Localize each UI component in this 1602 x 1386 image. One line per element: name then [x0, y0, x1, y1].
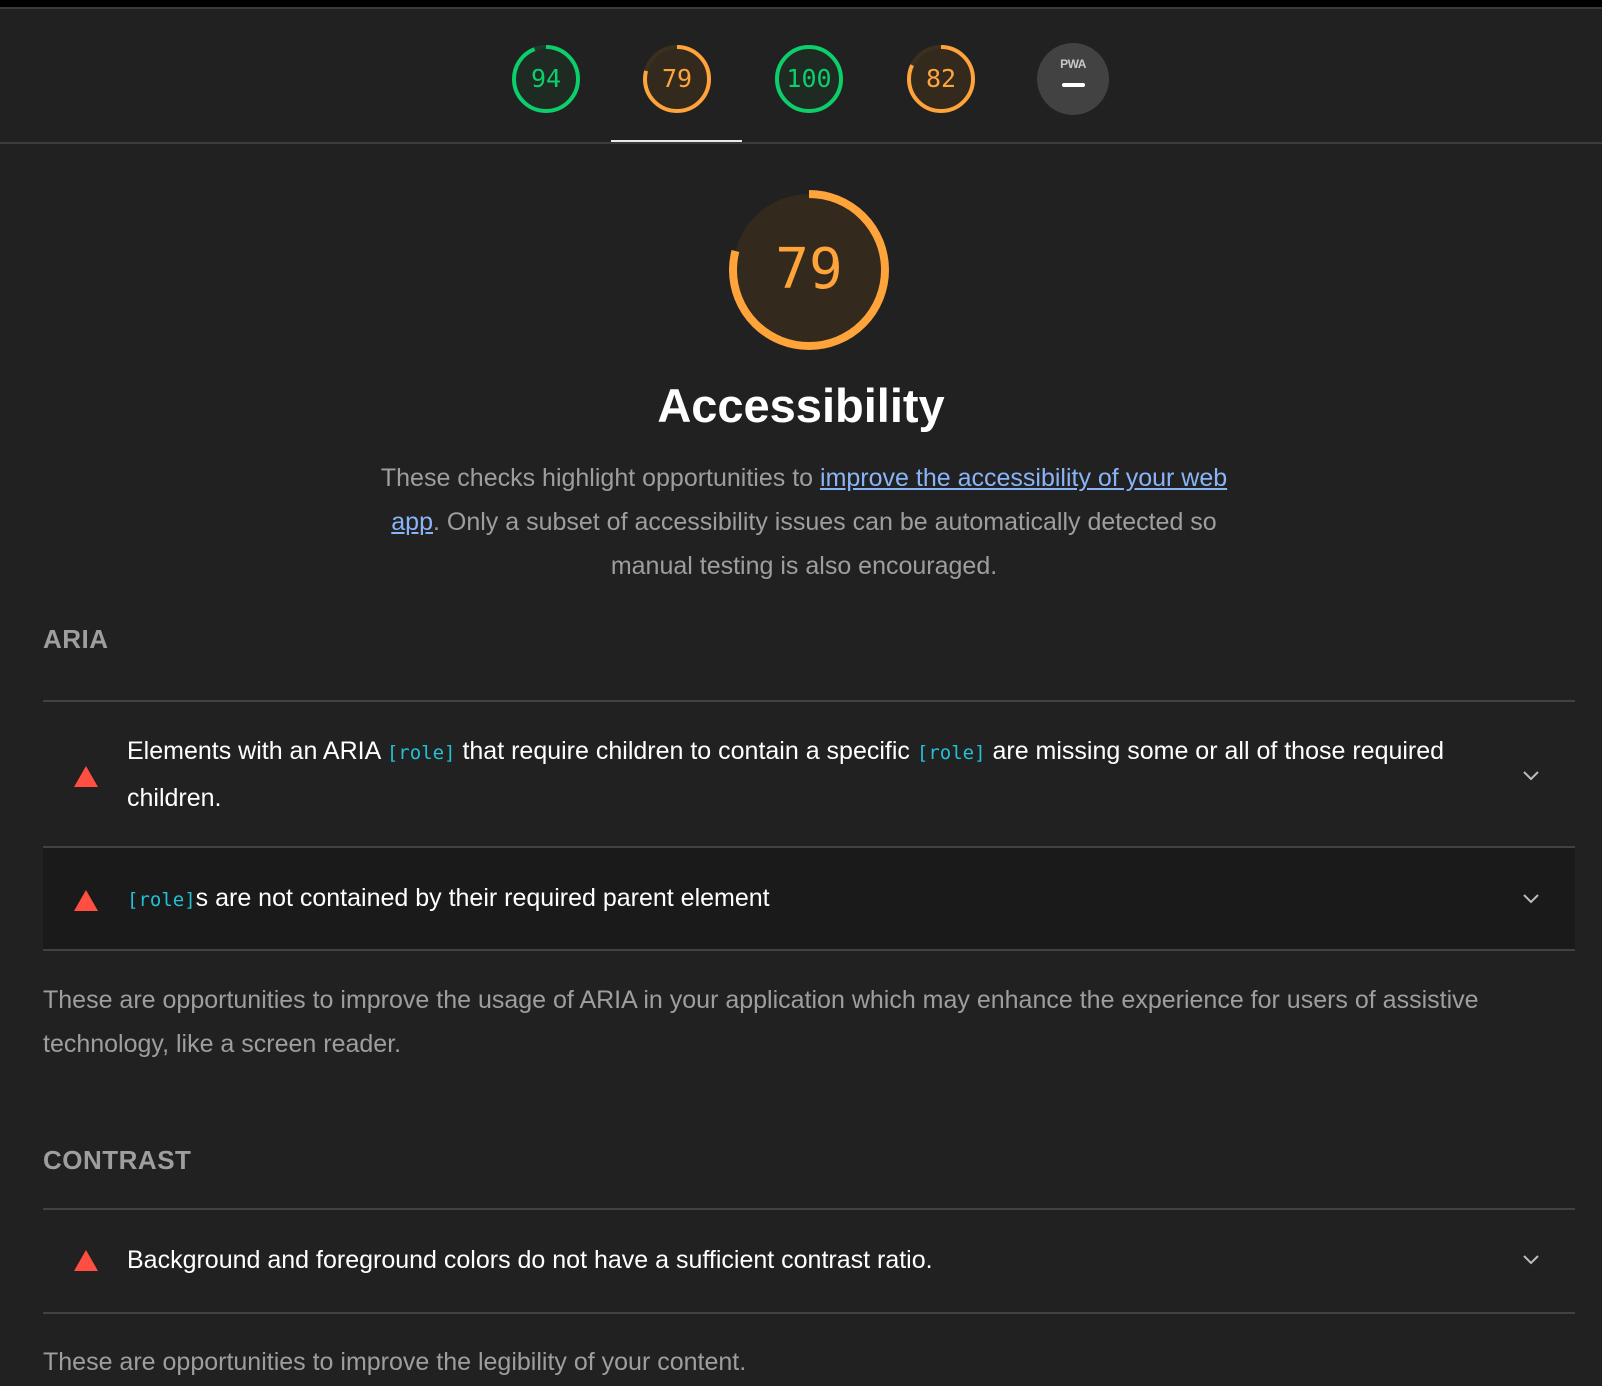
pwa-label: PWA [1060, 57, 1086, 71]
description-text: These checks highlight opportunities to [380, 464, 821, 492]
pwa-dash-icon [1062, 83, 1085, 87]
category-title: Accessibility [657, 379, 945, 432]
gauge-score: 94 [530, 64, 562, 93]
fail-triangle-icon [74, 766, 98, 787]
audit-title: [role]s are not contained by their requi… [127, 876, 770, 923]
fail-triangle-icon [74, 1250, 98, 1271]
category-description: These checks highlight opportunities to … [370, 456, 1238, 588]
audit-title: Background and foreground colors do not … [127, 1246, 933, 1274]
code-role: [role] [127, 889, 196, 911]
divider [43, 949, 1575, 951]
chevron-down-icon[interactable] [1519, 764, 1543, 788]
pwa-badge[interactable]: PWA [1037, 43, 1109, 115]
audit-title: Elements with an ARIA [role] that requir… [127, 729, 1487, 821]
top-border [0, 0, 1602, 9]
divider [43, 1312, 1575, 1314]
chevron-down-icon[interactable] [1519, 887, 1543, 911]
group-title-aria: ARIA [43, 624, 109, 654]
audit-text: Elements with an ARIA [127, 737, 387, 765]
audit-aria-required-children[interactable]: Elements with an ARIA [role] that requir… [43, 702, 1575, 846]
code-role: [role] [916, 742, 986, 764]
audit-color-contrast[interactable]: Background and foreground colors do not … [43, 1210, 1575, 1312]
score-gauge-bar: 94 79 100 82 PWA [0, 9, 1602, 144]
chevron-down-icon[interactable] [1519, 1248, 1543, 1272]
gauge-best-practices[interactable]: 100 [773, 43, 845, 115]
group-description-aria: These are opportunities to improve the u… [43, 986, 1479, 1058]
audit-aria-required-parent[interactable]: [role]s are not contained by their requi… [43, 848, 1575, 949]
description-text: . Only a subset of accessibility issues … [432, 508, 1217, 580]
fail-triangle-icon [74, 890, 98, 911]
active-tab-indicator [611, 140, 742, 143]
audit-text: that require children to contain a speci… [455, 737, 917, 765]
category-score: 79 [775, 237, 843, 302]
gauge-performance[interactable]: 94 [510, 43, 582, 115]
gauge-score: 79 [661, 64, 693, 93]
gauge-accessibility[interactable]: 79 [641, 43, 713, 115]
gauge-score: 82 [925, 64, 957, 93]
category-score-gauge: 79 [727, 188, 891, 352]
gauge-score: 100 [786, 64, 832, 93]
group-title-contrast: CONTRAST [43, 1145, 192, 1175]
gauge-seo[interactable]: 82 [905, 43, 977, 115]
group-description-contrast: These are opportunities to improve the l… [43, 1348, 747, 1376]
code-role: [role] [386, 742, 456, 764]
audit-text: s are not contained by their required pa… [195, 884, 770, 912]
